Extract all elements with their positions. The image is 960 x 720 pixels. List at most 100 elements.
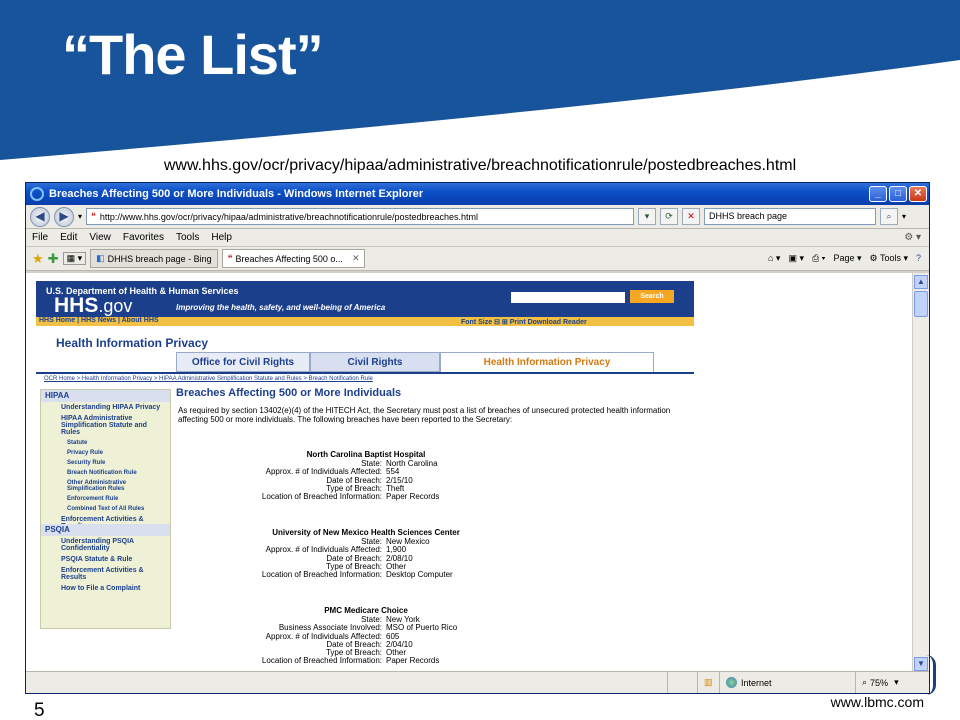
refresh-button[interactable]: ⟳ <box>660 208 679 225</box>
tab-health-info-privacy[interactable]: Health Information Privacy <box>440 352 654 372</box>
home-icon[interactable]: ⌂ ▾ <box>768 253 780 264</box>
menu-file[interactable]: File <box>32 232 48 243</box>
sidebar-sub-other-rules[interactable]: Other Administrative Simplification Rule… <box>41 478 170 494</box>
tab-label: DHHS breach page - Bing <box>107 253 212 264</box>
sidebar-sub-security-rule[interactable]: Security Rule <box>41 458 170 468</box>
breach-name: University of New Mexico Health Sciences… <box>272 528 460 537</box>
breach-name: North Carolina Baptist Hospital <box>306 450 426 459</box>
search-go-button[interactable]: ⌕ <box>880 208 899 225</box>
menu-tools[interactable]: Tools <box>176 232 199 243</box>
vertical-scrollbar[interactable]: ▲ ▼ <box>912 273 929 673</box>
scroll-up-icon[interactable]: ▲ <box>914 275 928 289</box>
hhs-favicon-icon: ❝ <box>227 253 233 263</box>
internet-globe-icon <box>726 677 737 688</box>
slide-number: 5 <box>34 700 45 720</box>
window-title: Breaches Affecting 500 or More Individua… <box>49 188 424 200</box>
decorative-arc <box>926 655 936 695</box>
close-button[interactable]: ✕ <box>909 186 927 202</box>
sidebar-sub-statute[interactable]: Statute <box>41 438 170 448</box>
hhs-search-input[interactable] <box>511 292 625 303</box>
add-favorite-icon[interactable]: ✚ <box>48 251 59 267</box>
content-title: Breaches Affecting 500 or More Individua… <box>176 387 402 399</box>
address-bar: ◀ ▶ ▾ ❝ http://www.hhs.gov/ocr/privacy/h… <box>26 205 929 229</box>
breach-entry: University of New Mexico Health Sciences… <box>176 528 556 579</box>
sidebar-item-psqia-confidentiality[interactable]: Understanding PSQIA Confidentiality <box>41 536 170 554</box>
content-intro: As required by section 13402(e)(4) of th… <box>178 406 671 424</box>
favorites-star-icon[interactable]: ★ <box>32 251 44 267</box>
help-icon[interactable]: ? <box>916 253 921 264</box>
stop-button[interactable]: ✕ <box>682 208 701 225</box>
sidebar-heading-hipaa: HIPAA <box>41 390 170 402</box>
tab-civil-rights[interactable]: Civil Rights <box>310 352 440 372</box>
browser-window: Breaches Affecting 500 or More Individua… <box>25 182 930 694</box>
hhs-banner: U.S. Department of Health & Human Servic… <box>36 281 694 317</box>
tools-menu-button[interactable]: ⚙ Tools ▾ <box>870 253 908 264</box>
hhs-logo[interactable]: HHS.gov <box>54 294 132 318</box>
breach-entry: North Carolina Baptist Hospital State: No… <box>176 450 556 501</box>
breach-row: Location of Breached Information: Paper R… <box>261 656 440 666</box>
tab-close-icon[interactable]: ✕ <box>352 253 360 264</box>
breach-row: Location of Breached Information: Desktop… <box>261 570 453 580</box>
security-lock-icon[interactable]: ▥ <box>697 672 719 693</box>
ie-logo-icon <box>30 187 44 201</box>
tab-office-civil-rights[interactable]: Office for Civil Rights <box>176 352 310 372</box>
slide-footer-url: www.lbmc.com <box>830 694 924 710</box>
page-menu-button[interactable]: Page ▾ <box>833 253 861 264</box>
url-dropdown-button[interactable]: ▾ <box>638 208 657 225</box>
hhs-top-nav: HHS Home | HHS News | About HHS Font Siz… <box>36 317 694 326</box>
url-input[interactable]: ❝ http://www.hhs.gov/ocr/privacy/hipaa/a… <box>86 208 635 225</box>
status-cell-empty <box>667 672 697 693</box>
sidebar-sub-privacy-rule[interactable]: Privacy Rule <box>41 448 170 458</box>
breach-row: Location of Breached Information: Paper R… <box>261 492 440 502</box>
hhs-search-button[interactable]: Search <box>630 290 674 303</box>
section-heading: Health Information Privacy <box>56 336 209 350</box>
tab-bing[interactable]: ◧ DHHS breach page - Bing <box>90 249 218 268</box>
zoom-control[interactable]: ⌕ 75% ▾ <box>855 672 929 693</box>
page-viewport: U.S. Department of Health & Human Servic… <box>26 273 912 673</box>
feeds-icon[interactable]: ▣ ▾ <box>788 253 804 264</box>
hhs-nav-links[interactable]: HHS Home | HHS News | About HHS <box>39 317 159 324</box>
menu-view[interactable]: View <box>89 232 111 243</box>
sidebar-item-file-complaint[interactable]: How to File a Complaint <box>41 583 170 594</box>
tab-bar: ★ ✚ ▦ ▾ ◧ DHHS breach page - Bing ❝ Brea… <box>26 247 929 271</box>
zone-indicator[interactable]: Internet <box>719 672 855 693</box>
tab-label: Breaches Affecting 500 o... <box>235 253 343 264</box>
zoom-dropdown-icon[interactable]: ▾ <box>894 677 899 688</box>
toolbar-options-icon[interactable]: ⚙ ▾ <box>904 232 921 243</box>
sidebar-item-enforcement[interactable]: Enforcement Activities & Results <box>41 514 170 524</box>
zoom-magnifier-icon: ⌕ <box>862 677 868 687</box>
history-dropdown-icon[interactable]: ▾ <box>78 212 82 221</box>
forward-button[interactable]: ▶ <box>54 206 74 227</box>
sidebar-item-statute-rules[interactable]: HIPAA Administrative Simplification Stat… <box>41 413 170 438</box>
maximize-button[interactable]: □ <box>889 186 907 202</box>
sidebar-heading-psqia: PSQIA <box>41 524 170 536</box>
search-input[interactable]: DHHS breach page <box>704 208 877 225</box>
breach-name: PMC Medicare Choice <box>324 606 408 615</box>
left-sidebar: HIPAA Understanding HIPAA Privacy HIPAA … <box>40 389 171 629</box>
tab-divider <box>36 372 694 374</box>
command-bar: ⌂ ▾ ▣ ▾ ⎙ ▾ Page ▾ ⚙ Tools ▾ ? <box>768 253 921 264</box>
sidebar-sub-breach-rule[interactable]: ▶ Breach Notification Rule <box>41 468 170 478</box>
menu-edit[interactable]: Edit <box>60 232 77 243</box>
search-options-icon[interactable]: ▾ <box>902 212 906 221</box>
menu-favorites[interactable]: Favorites <box>123 232 164 243</box>
page-tabs: Office for Civil Rights Civil Rights Hea… <box>176 352 654 372</box>
minimize-button[interactable]: _ <box>869 186 887 202</box>
sidebar-item-psqia-enforcement[interactable]: Enforcement Activities & Results <box>41 565 170 583</box>
window-titlebar: Breaches Affecting 500 or More Individua… <box>26 183 929 205</box>
scroll-thumb[interactable] <box>914 291 928 317</box>
sidebar-sub-combined-text[interactable]: Combined Text of All Rules <box>41 504 170 514</box>
menu-bar: File Edit View Favorites Tools Help ⚙ ▾ <box>26 229 929 247</box>
hhs-tagline: Improving the health, safety, and well-b… <box>176 303 386 312</box>
sidebar-sub-enforcement-rule[interactable]: Enforcement Rule <box>41 494 170 504</box>
back-button[interactable]: ◀ <box>30 206 50 227</box>
sidebar-item-understanding-hipaa[interactable]: Understanding HIPAA Privacy <box>41 402 170 413</box>
menu-help[interactable]: Help <box>211 232 232 243</box>
breadcrumb[interactable]: OCR Home > Health Information Privacy > … <box>44 376 373 382</box>
quick-tabs-icon[interactable]: ▦ ▾ <box>62 252 87 265</box>
font-size-control[interactable]: Font Size ⊟ ⊞ Print Download Reader <box>461 318 587 326</box>
tab-breaches[interactable]: ❝ Breaches Affecting 500 o... ✕ <box>221 249 366 268</box>
print-icon[interactable]: ⎙ ▾ <box>812 253 825 264</box>
sidebar-item-psqia-statute[interactable]: PSQIA Statute & Rule <box>41 554 170 565</box>
slide-url-caption: www.hhs.gov/ocr/privacy/hipaa/administra… <box>163 157 797 174</box>
